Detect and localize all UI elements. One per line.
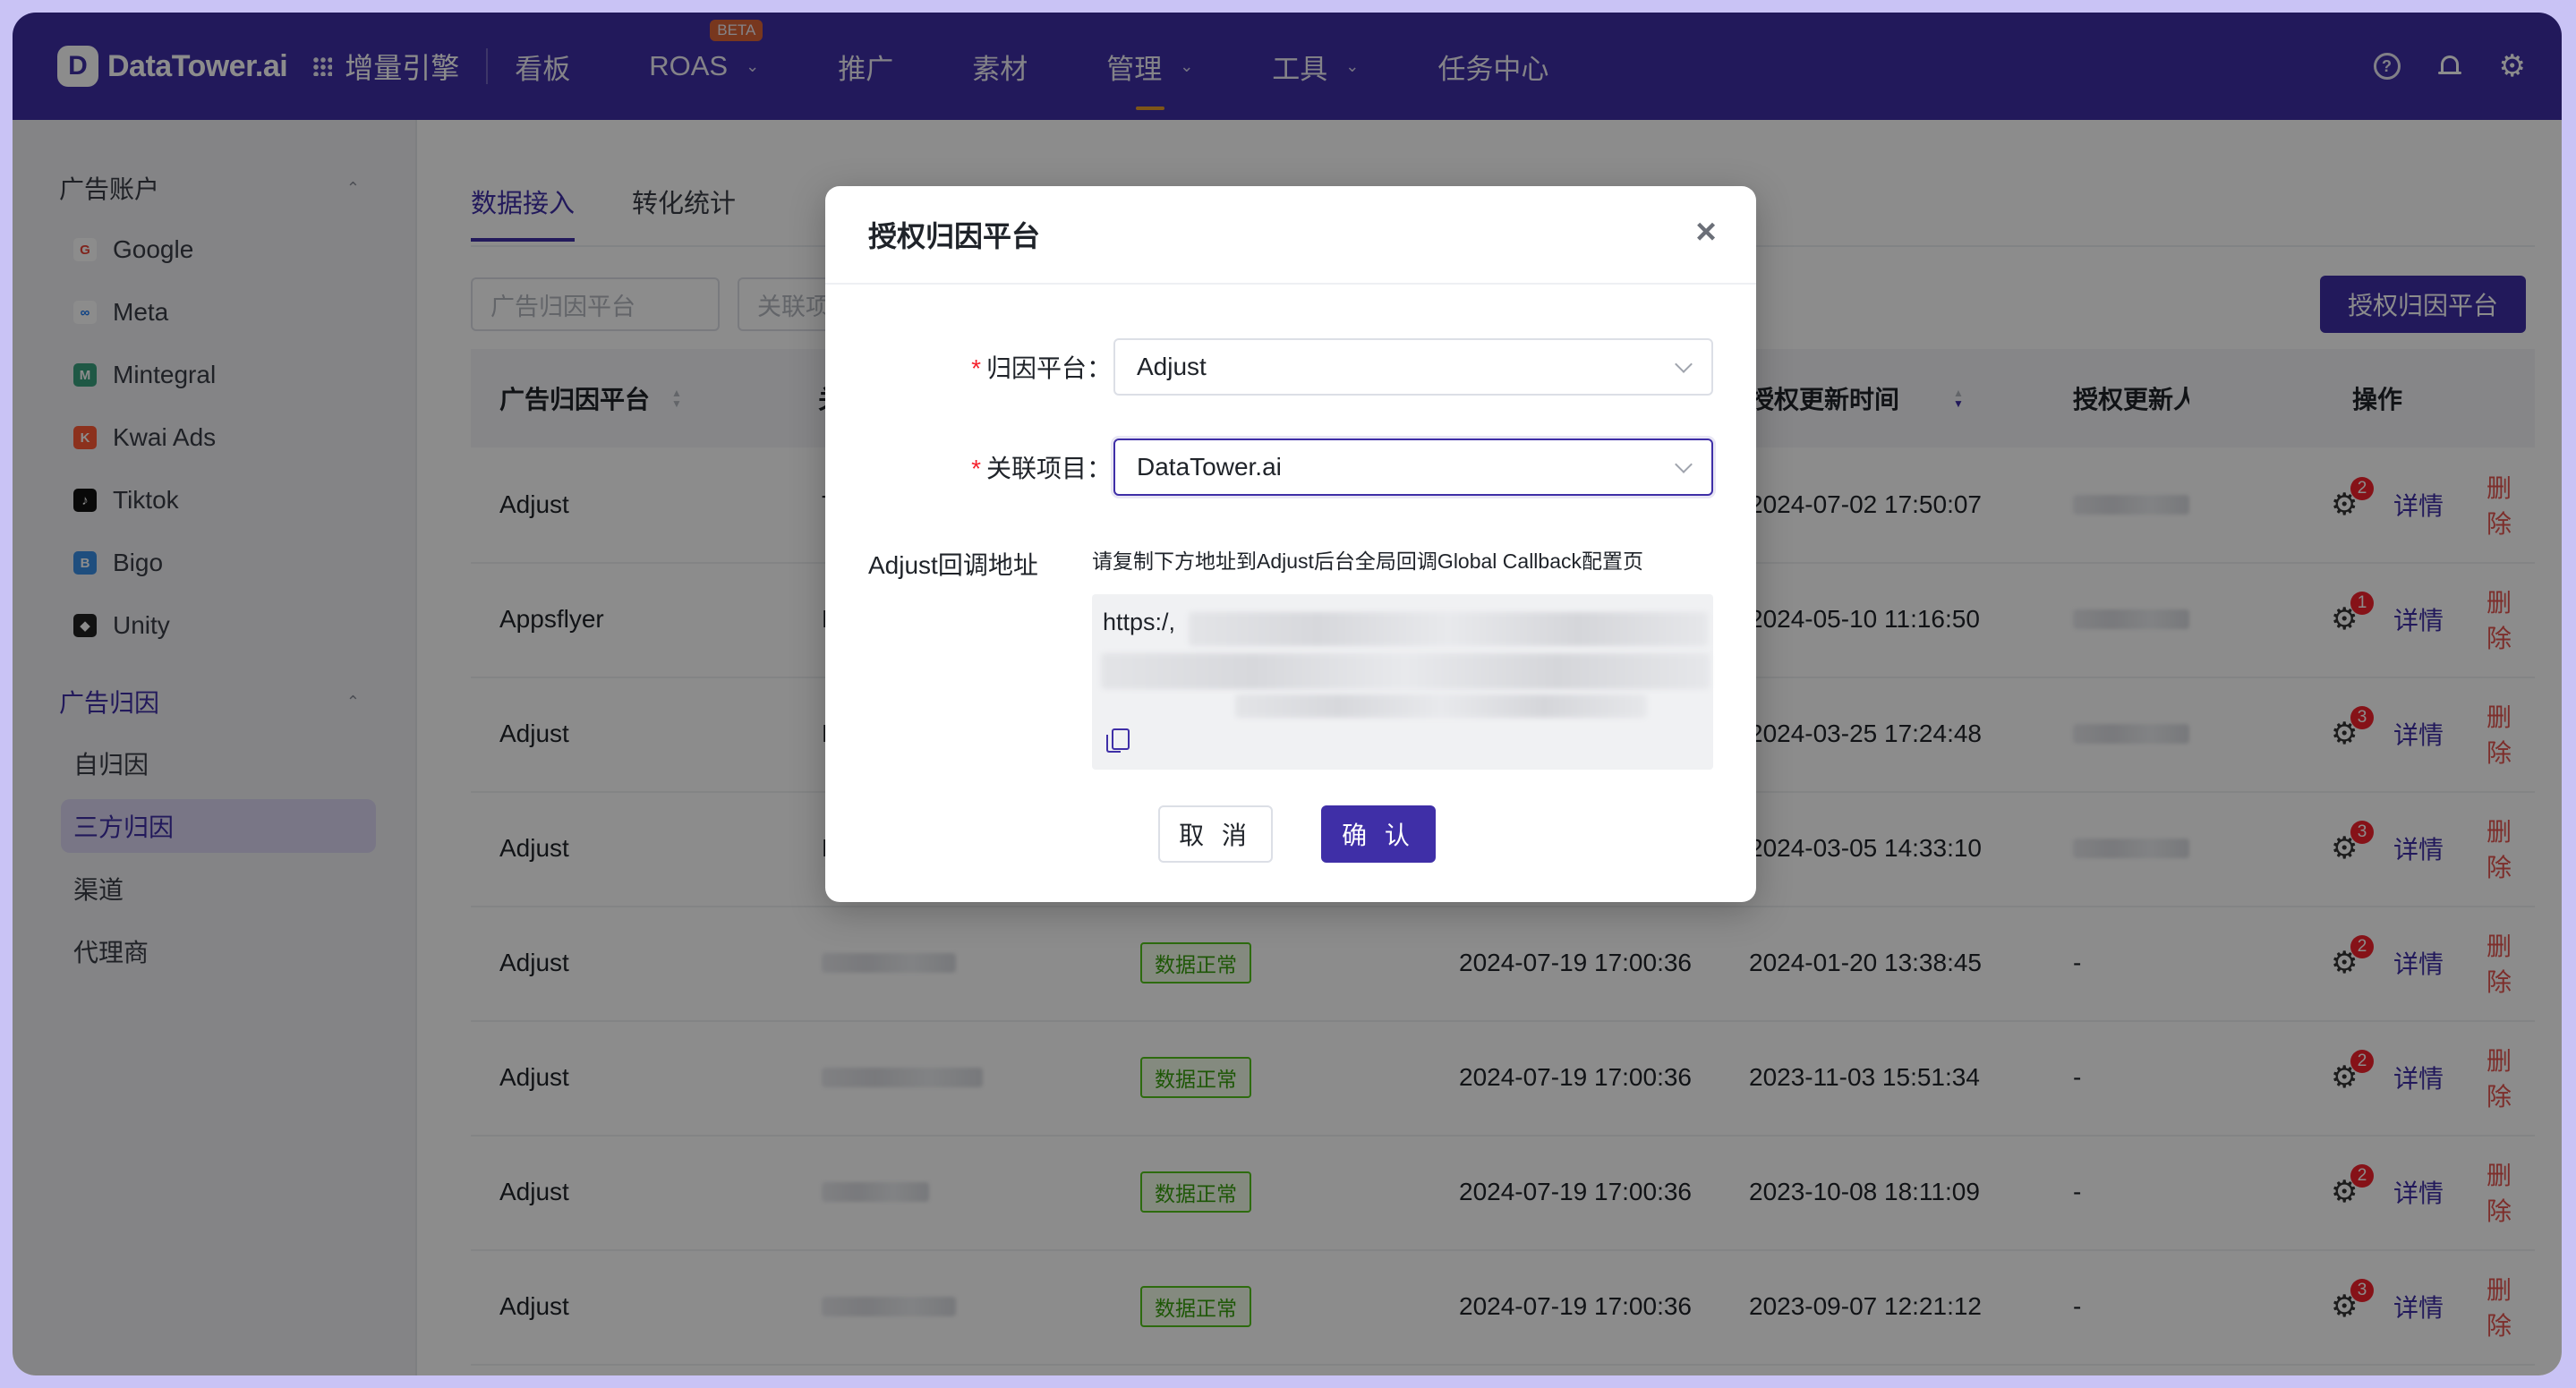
required-mark: * [971,455,981,482]
platform-select-value: Adjust [1137,353,1207,380]
chevron-down-icon [1675,456,1693,473]
callback-url-box[interactable]: https:/, [1092,594,1713,770]
app-window: D DataTower.ai 增量引擎 看板 ROAS ⌄ BETA 推广 素材 管理 ⌄ 工具… [13,13,2562,1375]
project-field-label: * 关联项目： [897,449,1112,485]
copy-icon[interactable] [1106,728,1130,753]
callback-url: https:/, [1103,609,1176,635]
redacted-text [1235,694,1647,718]
project-select-value: DataTower.ai [1137,453,1282,481]
required-mark: * [971,354,981,382]
platform-select[interactable]: Adjust [1113,338,1713,396]
platform-field-label: * 归因平台： [897,349,1112,385]
label-text: 归因平台： [985,354,1112,382]
redacted-text [1189,612,1708,646]
chevron-down-icon [1675,355,1693,373]
close-icon[interactable]: × [1692,214,1720,250]
redacted-text [1101,653,1710,689]
callback-label: Adjust回调地址 [868,551,1038,579]
cancel-button[interactable]: 取 消 [1158,805,1273,863]
dialog-title: 授权归因平台 [868,220,1041,252]
label-text: 关联项目： [985,455,1112,482]
dialog-header: 授权归因平台 × [825,186,1756,285]
confirm-button[interactable]: 确 认 [1321,805,1436,863]
authorize-dialog: 授权归因平台 × * 归因平台： Adjust * 关联项目： DataTower.… [825,186,1756,902]
project-select[interactable]: DataTower.ai [1113,439,1713,496]
callback-hint: 请复制下方地址到Adjust后台全局回调Global Callback配置页 [1092,549,1644,573]
